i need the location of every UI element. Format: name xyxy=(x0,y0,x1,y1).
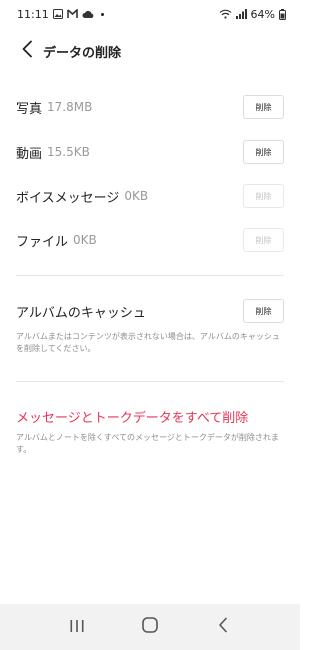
list-item-voice-messages: ボイスメッセージ 0KB 削除 xyxy=(0,183,300,209)
item-label: 動画 xyxy=(16,146,43,162)
dot-icon xyxy=(100,12,104,16)
item-label: アルバムのキャッシュ xyxy=(16,305,146,321)
item-size: 0KB xyxy=(73,233,97,247)
status-bar: 11:11 64% xyxy=(0,0,300,28)
delete-all-data-link[interactable]: メッセージとトークデータをすべて削除 xyxy=(16,407,248,426)
recent-apps-button[interactable] xyxy=(57,607,97,647)
nav-back-button[interactable] xyxy=(203,607,243,647)
home-button[interactable] xyxy=(130,607,170,647)
header: データの削除 xyxy=(0,38,300,64)
delete-voice-messages-button[interactable]: 削除 xyxy=(243,184,284,208)
album-cache-description: アルバムまたはコンテンツが表示されない場合は、アルバムのキャッシュを削除してくだ… xyxy=(16,332,280,353)
recent-apps-icon xyxy=(69,618,85,637)
mail-icon xyxy=(66,9,78,19)
item-label: 写真 xyxy=(16,101,43,117)
delete-files-button[interactable]: 削除 xyxy=(243,228,284,252)
battery-percent: 64% xyxy=(250,7,275,21)
item-label: ボイスメッセージ xyxy=(16,190,120,206)
status-left: 11:11 xyxy=(17,8,104,21)
item-size: 15.5KB xyxy=(47,145,90,159)
delete-videos-button[interactable]: 削除 xyxy=(243,140,284,164)
navigation-bar xyxy=(0,604,300,650)
back-icon xyxy=(217,617,229,637)
delete-album-cache-button[interactable]: 削除 xyxy=(243,299,284,323)
item-size: 17.8MB xyxy=(47,100,93,114)
list-item-videos: 動画 15.5KB 削除 xyxy=(0,139,300,165)
item-size: 0KB xyxy=(124,189,149,203)
signal-icon xyxy=(235,9,247,19)
battery-icon xyxy=(279,8,286,20)
status-right: 64% xyxy=(219,8,286,21)
list-item-files: ファイル 0KB 削除 xyxy=(0,227,300,253)
cloud-icon xyxy=(82,10,94,19)
divider xyxy=(16,381,284,382)
list-item-album-cache: アルバムのキャッシュ 削除 xyxy=(0,298,300,324)
back-arrow-icon xyxy=(21,40,33,62)
wifi-icon xyxy=(219,9,232,19)
divider xyxy=(16,275,284,276)
delete-all-description: アルバムとノートを除くすべてのメッセージとトークデータが削除されます。 xyxy=(16,433,279,454)
item-label: ファイル xyxy=(16,234,69,250)
status-time: 11:11 xyxy=(17,7,49,21)
delete-photos-button[interactable]: 削除 xyxy=(243,95,284,119)
page-title: データの削除 xyxy=(43,45,122,61)
screen: 11:11 64% データの削除 写真 17.8MB 削除 動画 15.5KB … xyxy=(0,0,300,650)
home-icon xyxy=(141,616,159,638)
back-button[interactable] xyxy=(12,38,42,64)
image-icon xyxy=(52,9,63,19)
list-item-photos: 写真 17.8MB 削除 xyxy=(0,94,300,120)
